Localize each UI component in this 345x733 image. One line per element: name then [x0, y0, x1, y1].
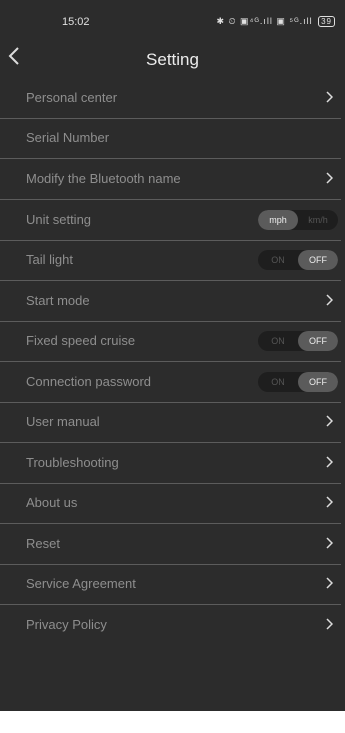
row-tail-light: Tail light ON OFF: [0, 241, 341, 281]
row-unit-setting: Unit setting mph km/h: [0, 200, 341, 241]
toggle-on-option[interactable]: ON: [258, 331, 298, 351]
row-personal-center[interactable]: Personal center: [0, 78, 341, 119]
header: Setting: [0, 40, 345, 76]
row-label: Tail light: [26, 252, 73, 268]
row-privacy-policy[interactable]: Privacy Policy: [0, 605, 341, 646]
unit-option-mph[interactable]: mph: [258, 209, 298, 230]
tail-light-toggle[interactable]: ON OFF: [258, 250, 338, 271]
row-troubleshooting[interactable]: Troubleshooting: [0, 443, 341, 484]
toggle-on-option[interactable]: ON: [258, 372, 298, 392]
status-time: 15:02: [62, 16, 90, 28]
chevron-right-icon: [325, 577, 335, 591]
chevron-right-icon: [325, 91, 335, 105]
unit-toggle[interactable]: mph km/h: [258, 209, 338, 230]
row-label: Personal center: [26, 89, 118, 105]
toggle-off-option[interactable]: OFF: [298, 331, 338, 352]
password-toggle[interactable]: ON OFF: [258, 371, 338, 392]
row-start-mode[interactable]: Start mode: [0, 281, 341, 322]
chevron-right-icon: [325, 618, 335, 632]
row-label: User manual: [26, 414, 100, 430]
row-label: Reset: [26, 535, 60, 551]
row-label: Troubleshooting: [26, 454, 119, 470]
status-bar: 15:02 ✱ ⏲ ▣⁴ᴳ.ıll ▣ ⁵ᴳ.ıll 39: [0, 0, 345, 38]
chevron-right-icon: [325, 294, 335, 308]
row-serial-number: Serial Number: [0, 119, 341, 159]
system-nav-bar: [0, 711, 345, 733]
row-label: Unit setting: [26, 211, 92, 227]
chevron-right-icon: [325, 172, 335, 186]
chevron-right-icon: [325, 415, 335, 429]
row-label: About us: [26, 495, 78, 511]
row-about-us[interactable]: About us: [0, 484, 341, 524]
row-label: Fixed speed cruise: [26, 333, 136, 349]
row-user-manual[interactable]: User manual: [0, 403, 341, 443]
status-icons: ✱ ⏲ ▣⁴ᴳ.ıll ▣ ⁵ᴳ.ıll 39: [216, 16, 335, 27]
row-service-agreement[interactable]: Service Agreement: [0, 565, 341, 605]
signal-icons: ✱ ⏲ ▣⁴ᴳ.ıll ▣ ⁵ᴳ.ıll: [216, 16, 313, 26]
chevron-right-icon: [325, 456, 335, 470]
row-fixed-speed-cruise: Fixed speed cruise ON OFF: [0, 322, 341, 362]
row-label: Start mode: [26, 292, 90, 308]
cruise-toggle[interactable]: ON OFF: [258, 331, 338, 352]
chevron-right-icon: [325, 496, 335, 510]
row-label: Privacy Policy: [26, 617, 107, 633]
row-label: Modify the Bluetooth name: [26, 171, 181, 186]
settings-list: Personal center Serial Number Modify the…: [0, 78, 345, 646]
row-modify-bluetooth-name[interactable]: Modify the Bluetooth name: [0, 159, 341, 200]
row-label: Service Agreement: [26, 576, 136, 592]
row-label: Connection password: [26, 373, 152, 389]
toggle-on-option[interactable]: ON: [258, 250, 298, 270]
toggle-off-option[interactable]: OFF: [298, 250, 338, 271]
row-reset[interactable]: Reset: [0, 524, 341, 565]
battery-icon: 39: [318, 16, 335, 27]
chevron-right-icon: [325, 537, 335, 551]
toggle-off-option[interactable]: OFF: [298, 371, 338, 392]
page-title: Setting: [146, 50, 199, 69]
unit-option-kmh[interactable]: km/h: [298, 210, 338, 230]
row-label: Serial Number: [26, 130, 110, 146]
row-connection-password: Connection password ON OFF: [0, 362, 341, 403]
